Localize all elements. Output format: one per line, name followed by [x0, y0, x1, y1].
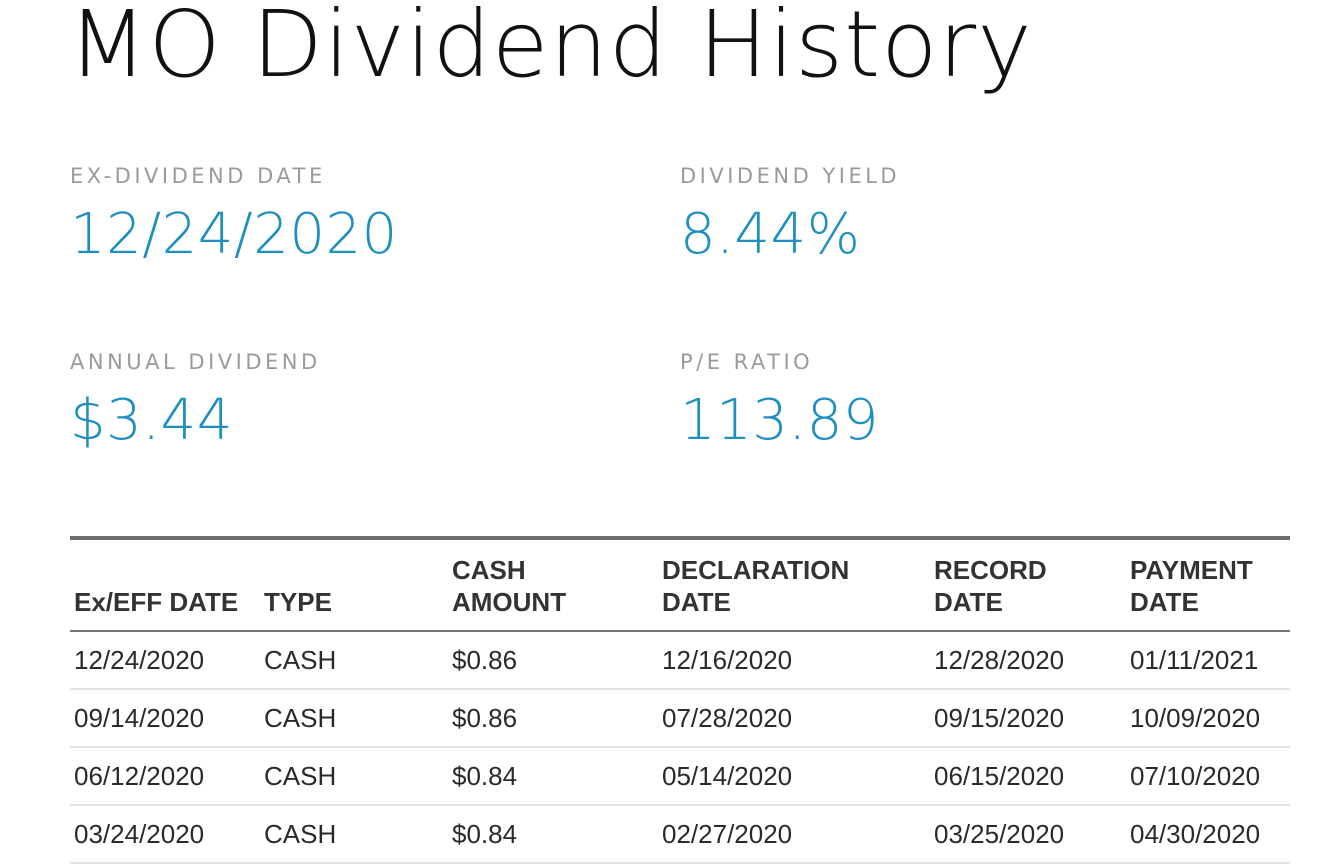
- header-cash-amount-line1: CASH: [452, 555, 526, 585]
- header-cash-amount[interactable]: CASH AMOUNT: [448, 538, 658, 632]
- cell-payment-date: 01/11/2021: [1126, 631, 1290, 690]
- table-row: 09/14/2020 CASH $0.86 07/28/2020 09/15/2…: [70, 689, 1290, 748]
- cell-type: CASH: [260, 747, 448, 806]
- dividend-yield-label: DIVIDEND YIELD: [680, 164, 901, 188]
- cell-cash-amount: $0.86: [448, 689, 658, 748]
- page-title: MO Dividend History: [68, 0, 1033, 98]
- cell-ex-eff-date: 12/24/2020: [70, 631, 260, 690]
- pe-ratio-value: 113.89: [680, 388, 879, 453]
- cell-payment-date: 04/30/2020: [1126, 805, 1290, 864]
- header-declaration-date-line1: DECLARATION: [662, 555, 850, 585]
- header-payment-date[interactable]: PAYMENT DATE: [1126, 538, 1290, 632]
- cell-ex-eff-date: 06/12/2020: [70, 747, 260, 806]
- table-row: 03/24/2020 CASH $0.84 02/27/2020 03/25/2…: [70, 805, 1290, 864]
- cell-type: CASH: [260, 689, 448, 748]
- cell-ex-eff-date: 03/24/2020: [70, 805, 260, 864]
- cell-cash-amount: $0.86: [448, 631, 658, 690]
- ex-dividend-date-stat: EX-DIVIDEND DATE 12/24/2020: [70, 164, 398, 267]
- header-type[interactable]: TYPE: [260, 538, 448, 632]
- cell-record-date: 09/15/2020: [930, 689, 1126, 748]
- cell-type: CASH: [260, 631, 448, 690]
- cell-record-date: 12/28/2020: [930, 631, 1126, 690]
- header-record-date-line2: DATE: [934, 587, 1003, 617]
- dividend-yield-value: 8.44%: [680, 202, 861, 267]
- cell-declaration-date: 07/28/2020: [658, 689, 930, 748]
- ex-dividend-date-label: EX-DIVIDEND DATE: [70, 164, 326, 188]
- cell-payment-date: 10/09/2020: [1126, 689, 1290, 748]
- pe-ratio-stat: P/E RATIO 113.89: [680, 350, 879, 453]
- annual-dividend-label: ANNUAL DIVIDEND: [70, 350, 321, 374]
- header-cash-amount-line2: AMOUNT: [452, 587, 567, 617]
- ex-dividend-date-value: 12/24/2020: [70, 202, 398, 267]
- annual-dividend-stat: ANNUAL DIVIDEND $3.44: [70, 350, 321, 453]
- table-header-row: Ex/EFF DATE TYPE CASH AMOUNT DECLARATION D…: [70, 538, 1290, 632]
- header-declaration-date-line2: DATE: [662, 587, 731, 617]
- pe-ratio-label: P/E RATIO: [680, 350, 814, 374]
- header-declaration-date[interactable]: DECLARATION DATE: [658, 538, 930, 632]
- cell-declaration-date: 02/27/2020: [658, 805, 930, 864]
- cell-ex-eff-date: 09/14/2020: [70, 689, 260, 748]
- cell-record-date: 03/25/2020: [930, 805, 1126, 864]
- header-payment-date-line2: DATE: [1130, 587, 1199, 617]
- annual-dividend-value: $3.44: [70, 388, 233, 453]
- dividend-yield-stat: DIVIDEND YIELD 8.44%: [680, 164, 900, 267]
- cell-record-date: 06/15/2020: [930, 747, 1126, 806]
- header-type-label: TYPE: [264, 587, 332, 617]
- dividend-history-table: Ex/EFF DATE TYPE CASH AMOUNT DECLARATION D…: [70, 536, 1290, 864]
- cell-declaration-date: 12/16/2020: [658, 631, 930, 690]
- header-ex-eff-date-label: Ex/EFF DATE: [74, 587, 239, 617]
- header-payment-date-line1: PAYMENT: [1130, 555, 1253, 585]
- header-record-date-line1: RECORD: [934, 555, 1047, 585]
- table-row: 12/24/2020 CASH $0.86 12/16/2020 12/28/2…: [70, 631, 1290, 690]
- cell-cash-amount: $0.84: [448, 747, 658, 806]
- cell-type: CASH: [260, 805, 448, 864]
- cell-payment-date: 07/10/2020: [1126, 747, 1290, 806]
- cell-declaration-date: 05/14/2020: [658, 747, 930, 806]
- table-row: 06/12/2020 CASH $0.84 05/14/2020 06/15/2…: [70, 747, 1290, 806]
- header-record-date[interactable]: RECORD DATE: [930, 538, 1126, 632]
- header-ex-eff-date[interactable]: Ex/EFF DATE: [70, 538, 260, 632]
- cell-cash-amount: $0.84: [448, 805, 658, 864]
